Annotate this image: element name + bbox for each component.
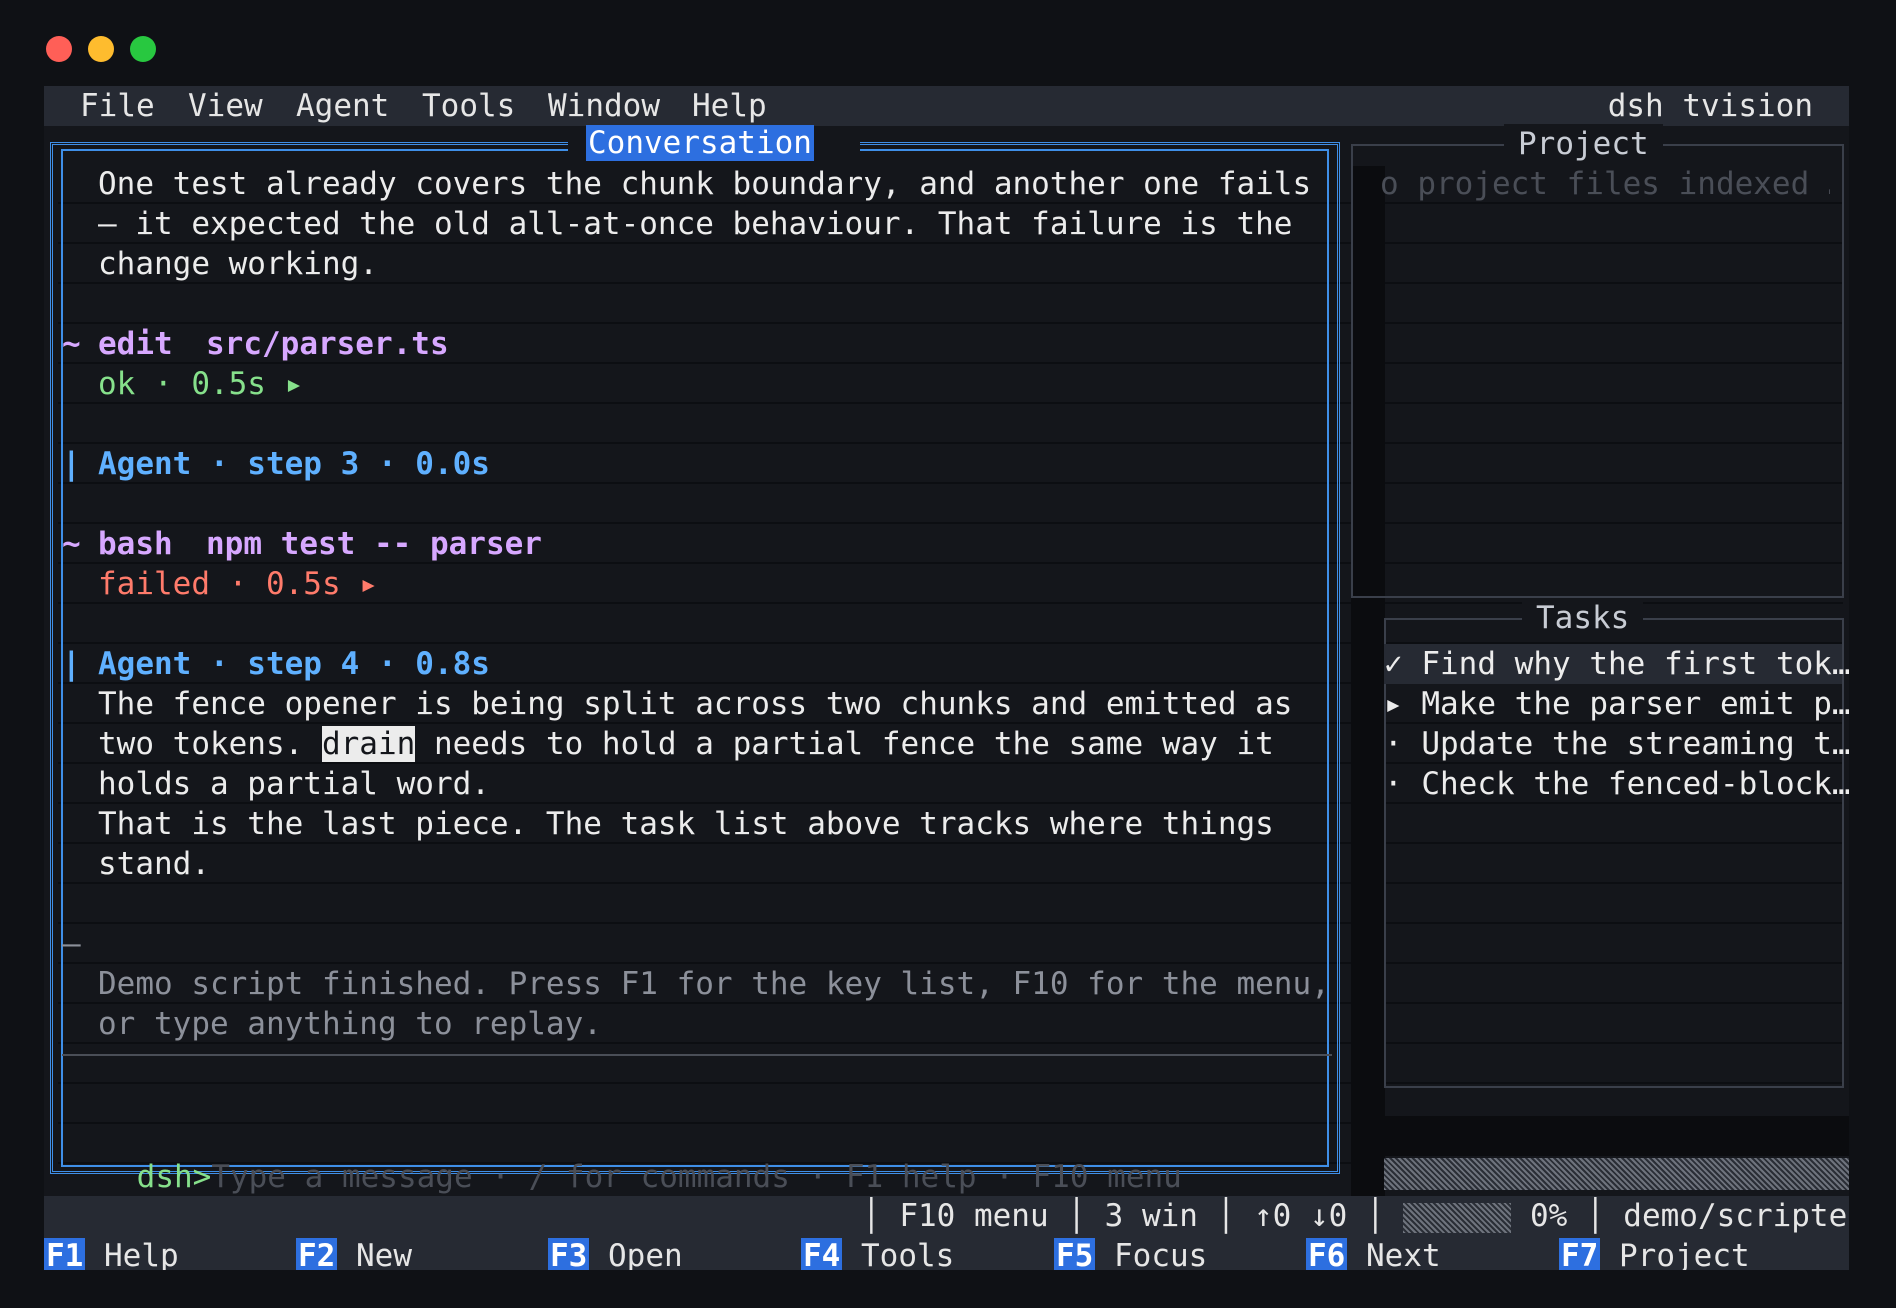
status-mode: demo/scripted — [1623, 1198, 1849, 1234]
menu-help[interactable]: Help — [692, 86, 767, 126]
zoom-window-button[interactable] — [130, 36, 156, 62]
menu-window[interactable]: Window — [548, 86, 660, 126]
status-percent: 0% — [1529, 1198, 1568, 1234]
conversation-title: Conversation — [586, 125, 814, 161]
fkey-label: F5 — [1054, 1238, 1096, 1270]
task-text: Find why the first tok… — [1421, 646, 1849, 682]
task-item[interactable]: ▸ Make the parser emit p… — [1384, 684, 1849, 724]
message-line: stand. — [98, 846, 210, 882]
fkey-help[interactable]: F1 Help — [44, 1236, 179, 1270]
project-panel[interactable] — [1351, 144, 1844, 598]
terminal-screen: File View Agent Tools Window Help dsh tv… — [44, 86, 1849, 1270]
system-message: Demo script finished. Press F1 for the k… — [98, 966, 1330, 1002]
message-line: That is the last piece. The task list ab… — [98, 806, 1274, 842]
input-divider — [62, 1054, 1332, 1056]
message-input-row[interactable]: dsh>Type a message · / for commands · F1… — [62, 1117, 1182, 1195]
system-marker: – — [62, 926, 81, 962]
fkey-text: New — [356, 1238, 412, 1270]
pending-dot-icon: · — [1384, 726, 1403, 762]
fkey-next[interactable]: F6 Next — [1306, 1236, 1441, 1270]
project-empty-text: o project files indexed … — [1380, 166, 1830, 202]
fkey-project[interactable]: F7 Project — [1559, 1236, 1750, 1270]
fkey-label: F1 — [44, 1238, 86, 1270]
fkey-tools[interactable]: F4 Tools — [801, 1236, 954, 1270]
tool-name-edit: edit — [98, 326, 173, 362]
task-text: Make the parser emit p… — [1421, 686, 1849, 722]
status-menu-hint[interactable]: F10 menu — [899, 1198, 1048, 1234]
tool-name-bash: bash — [98, 526, 173, 562]
code-highlight: drain — [321, 726, 416, 762]
tool-marker: ~ — [62, 326, 81, 362]
fkey-text: Project — [1619, 1238, 1750, 1270]
in-progress-arrow-icon: ▸ — [1384, 686, 1403, 722]
fkey-text: Tools — [861, 1238, 955, 1270]
status-windows: 3 win — [1104, 1198, 1198, 1234]
menu-tools[interactable]: Tools — [422, 86, 515, 126]
fkey-text: Next — [1366, 1238, 1441, 1270]
message-line: — it expected the old all-at-once behavi… — [98, 206, 1293, 242]
task-item[interactable]: ✓ Find why the first tok… — [1384, 644, 1849, 684]
done-check-icon: ✓ — [1384, 646, 1403, 682]
text-segment: two tokens. — [98, 726, 322, 762]
status-progress-bar — [1403, 1202, 1512, 1233]
fkey-label: F2 — [296, 1238, 338, 1270]
tool-status-ok[interactable]: ok · 0.5s ▸ — [98, 364, 303, 404]
system-message: or type anything to replay. — [98, 1006, 602, 1042]
project-title: Project — [1504, 124, 1663, 164]
message-line: change working. — [98, 246, 378, 282]
minimize-window-button[interactable] — [88, 36, 114, 62]
fkey-label: F7 — [1559, 1238, 1601, 1270]
fkey-text: Open — [608, 1238, 683, 1270]
agent-step-header: Agent · step 4 · 0.8s — [98, 646, 490, 682]
agent-step-header: Agent · step 3 · 0.0s — [98, 446, 490, 482]
fkey-new[interactable]: F2 New — [296, 1236, 412, 1270]
agent-step-bar: | — [62, 646, 81, 682]
fkey-text: Help — [104, 1238, 179, 1270]
status-bar: │ F10 menu │ 3 win │ ↑0 ↓0 │ 0% │ demo/s… — [44, 1196, 1849, 1236]
text-segment: needs to hold a partial fence the same w… — [415, 726, 1274, 762]
task-item[interactable]: · Check the fenced-block… — [1384, 764, 1849, 804]
pending-dot-icon: · — [1384, 766, 1403, 802]
close-window-button[interactable] — [46, 36, 72, 62]
fkey-focus[interactable]: F5 Focus — [1054, 1236, 1207, 1270]
status-segments: │ F10 menu │ 3 win │ ↑0 ↓0 │ 0% │ demo/s… — [862, 1196, 1849, 1236]
message-line: One test already covers the chunk bounda… — [98, 166, 1312, 202]
task-text: Check the fenced-block… — [1421, 766, 1849, 802]
tasks-title: Tasks — [1522, 598, 1644, 638]
task-item[interactable]: · Update the streaming t… — [1384, 724, 1849, 764]
app-brand: dsh tvision — [1607, 88, 1813, 124]
fkey-label: F3 — [548, 1238, 590, 1270]
menu-bar: File View Agent Tools Window Help dsh tv… — [44, 86, 1849, 126]
tool-status-failed[interactable]: failed · 0.5s ▸ — [98, 564, 378, 604]
fkey-label: F4 — [801, 1238, 843, 1270]
agent-step-bar: | — [62, 446, 81, 482]
fkey-text: Focus — [1114, 1238, 1208, 1270]
tool-arg: src/parser.ts — [206, 326, 449, 362]
status-arrows: ↑0 ↓0 — [1253, 1198, 1348, 1234]
scroll-track[interactable] — [1384, 1158, 1849, 1190]
message-line: holds a partial word. — [98, 766, 490, 802]
menu-file[interactable]: File — [80, 86, 155, 126]
message-line: two tokens. drain needs to hold a partia… — [98, 724, 1274, 764]
menu-view[interactable]: View — [188, 86, 263, 126]
menu-agent[interactable]: Agent — [296, 86, 389, 126]
function-key-bar: F1 Help F2 New F3 Open F4 Tools F5 Focus… — [44, 1236, 1849, 1270]
fkey-open[interactable]: F3 Open — [548, 1236, 683, 1270]
message-input[interactable]: Type a message · / for commands · F1 hel… — [211, 1159, 1182, 1195]
right-spacer — [1351, 1116, 1849, 1156]
tool-marker: ~ — [62, 526, 81, 562]
message-line: The fence opener is being split across t… — [98, 686, 1293, 722]
tool-arg: npm test -- parser — [206, 526, 542, 562]
prompt-label: dsh> — [136, 1159, 212, 1195]
fkey-label: F6 — [1306, 1238, 1348, 1270]
window-controls — [46, 36, 156, 62]
task-text: Update the streaming t… — [1421, 726, 1849, 762]
